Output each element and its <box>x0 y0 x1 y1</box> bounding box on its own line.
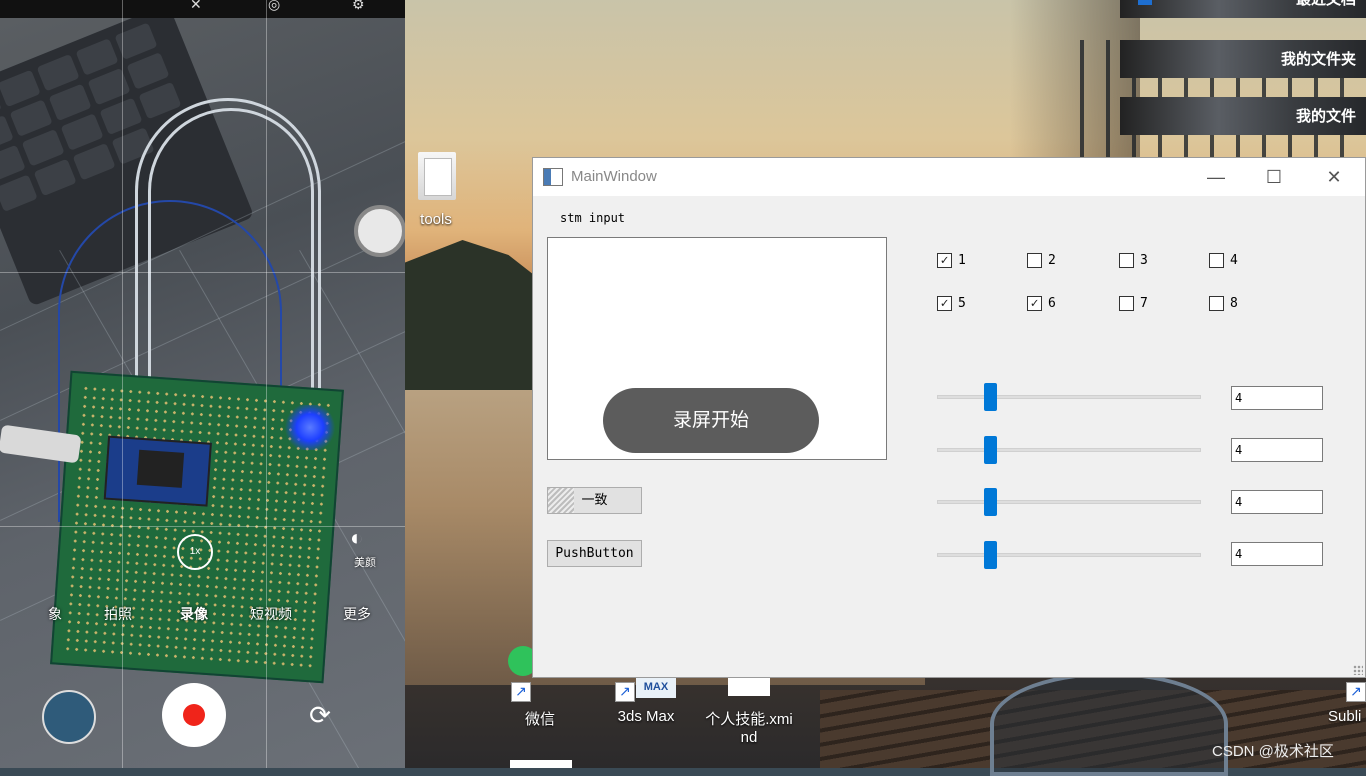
desktop-icon-partial[interactable] <box>510 760 572 768</box>
checkbox-checked-icon[interactable]: ✓ <box>937 253 952 268</box>
camera-mode-knob[interactable] <box>354 205 405 257</box>
slider-4[interactable] <box>937 541 1201 569</box>
camera-mode-partial[interactable]: 象 <box>48 604 62 624</box>
checkbox-label: 4 <box>1230 253 1238 268</box>
push-button[interactable]: PushButton <box>547 540 642 567</box>
camera-mode-short-video[interactable]: 短视频 <box>250 604 292 624</box>
slider-handle[interactable] <box>983 436 997 464</box>
app-icon <box>543 168 563 186</box>
desktop-icon-3dsmax[interactable]: 3ds Max <box>608 708 684 725</box>
folder-tab-my-folder[interactable]: 我的文件夹 <box>1120 40 1366 78</box>
slider-handle[interactable] <box>983 488 997 516</box>
slider-3[interactable] <box>937 488 1201 516</box>
desktop-icon-xmind[interactable]: 个人技能.xmi nd <box>700 708 798 746</box>
slider-track[interactable] <box>937 395 1201 399</box>
watermark: CSDN @极术社区 <box>1212 743 1334 760</box>
shortcut-arrow-icon: ↗ <box>511 682 531 702</box>
blue-led <box>285 405 335 450</box>
checkbox-label: 1 <box>958 253 966 268</box>
3dsmax-icon[interactable]: MAX <box>636 676 676 698</box>
folder-icon[interactable] <box>418 152 456 200</box>
spinbox-4[interactable]: 4 <box>1231 542 1323 566</box>
checkbox-6[interactable]: ✓ 6 <box>1027 296 1056 311</box>
checkbox-checked-icon[interactable]: ✓ <box>1027 296 1042 311</box>
checkbox-unchecked-icon[interactable] <box>1119 296 1134 311</box>
checkbox-label: 7 <box>1140 296 1148 311</box>
checkbox-label: 5 <box>958 296 966 311</box>
switch-camera-icon[interactable]: ⟳ <box>300 695 340 735</box>
slider-track[interactable] <box>937 500 1201 504</box>
flash-icon[interactable]: ✕ <box>190 0 202 13</box>
folder-tab-my-files[interactable]: 我的文件 <box>1120 97 1366 135</box>
window-content: stm input 录屏开始 一致 PushButton ✓ 1 2 3 4 ✓ 5 ✓ 6 7 8… <box>533 196 1365 677</box>
record-start-button[interactable]: 录屏开始 <box>603 388 819 453</box>
camera-preview-panel: ✕ ◎ ⚙ ◐ 美颜 1x 象 拍照 录像 短视频 更多 ⟳ <box>0 0 405 768</box>
checkbox-label: 2 <box>1048 253 1056 268</box>
window-title: MainWindow <box>571 168 657 185</box>
checkbox-checked-icon[interactable]: ✓ <box>937 296 952 311</box>
folder-tab-recent[interactable]: 最近文档 <box>1120 0 1366 18</box>
checkbox-1[interactable]: ✓ 1 <box>937 253 966 268</box>
main-window: MainWindow — ☐ ✕ stm input 录屏开始 一致 PushB… <box>532 157 1366 678</box>
checkbox-7[interactable]: 7 <box>1119 296 1148 311</box>
document-icon <box>1138 0 1152 5</box>
slider-1[interactable] <box>937 383 1201 411</box>
checkbox-5[interactable]: ✓ 5 <box>937 296 966 311</box>
checkbox-4[interactable]: 4 <box>1209 253 1238 268</box>
slider-handle[interactable] <box>983 383 997 411</box>
shortcut-arrow-icon: ↗ <box>615 682 635 702</box>
camera-mode-video[interactable]: 录像 <box>180 604 208 624</box>
slider-handle[interactable] <box>983 541 997 569</box>
desktop-icon-wechat[interactable]: 微信 <box>516 708 564 729</box>
checkbox-2[interactable]: 2 <box>1027 253 1056 268</box>
desktop-icon-sublime[interactable]: Subli <box>1328 708 1366 725</box>
camera-mode-more[interactable]: 更多 <box>343 604 371 624</box>
camera-top-bar: ✕ ◎ ⚙ <box>0 0 405 18</box>
spinbox-1[interactable]: 4 <box>1231 386 1323 410</box>
consistent-button[interactable]: 一致 <box>547 487 642 514</box>
checkbox-unchecked-icon[interactable] <box>1027 253 1042 268</box>
shortcut-arrow-icon: ↗ <box>1346 682 1366 702</box>
desktop-icon-tools[interactable]: tools <box>414 211 458 228</box>
maximize-button[interactable]: ☐ <box>1251 162 1297 192</box>
close-button[interactable]: ✕ <box>1311 162 1357 192</box>
record-button[interactable] <box>162 683 226 747</box>
checkbox-8[interactable]: 8 <box>1209 296 1238 311</box>
settings-icon[interactable]: ⚙ <box>352 0 365 13</box>
resize-grip[interactable] <box>1353 665 1363 675</box>
slider-2[interactable] <box>937 436 1201 464</box>
record-dot-icon <box>183 704 205 726</box>
spinbox-3[interactable]: 4 <box>1231 490 1323 514</box>
minimize-button[interactable]: — <box>1193 162 1239 192</box>
checkbox-3[interactable]: 3 <box>1119 253 1148 268</box>
checkbox-label: 6 <box>1048 296 1056 311</box>
xmind-label-line2: nd <box>740 729 758 746</box>
beauty-icon[interactable]: ◐ <box>350 525 363 551</box>
checkbox-label: 3 <box>1140 253 1148 268</box>
xmind-file-icon[interactable] <box>728 676 770 696</box>
window-titlebar[interactable]: MainWindow — ☐ ✕ <box>533 158 1365 196</box>
zoom-button[interactable]: 1x <box>177 534 213 570</box>
wallpaper-chair <box>990 672 1228 776</box>
spinbox-2[interactable]: 4 <box>1231 438 1323 462</box>
stm-input-label: stm input <box>560 211 626 225</box>
hdr-icon[interactable]: ◎ <box>268 0 280 13</box>
camera-mode-photo[interactable]: 拍照 <box>104 604 132 624</box>
checkbox-unchecked-icon[interactable] <box>1119 253 1134 268</box>
xmind-label-line1: 个人技能.xmi <box>705 711 793 728</box>
slider-track[interactable] <box>937 553 1201 557</box>
checkbox-label: 8 <box>1230 296 1238 311</box>
checkbox-unchecked-icon[interactable] <box>1209 296 1224 311</box>
beauty-label: 美颜 <box>354 557 376 569</box>
slider-track[interactable] <box>937 448 1201 452</box>
gallery-thumbnail[interactable] <box>42 690 96 744</box>
checkbox-unchecked-icon[interactable] <box>1209 253 1224 268</box>
